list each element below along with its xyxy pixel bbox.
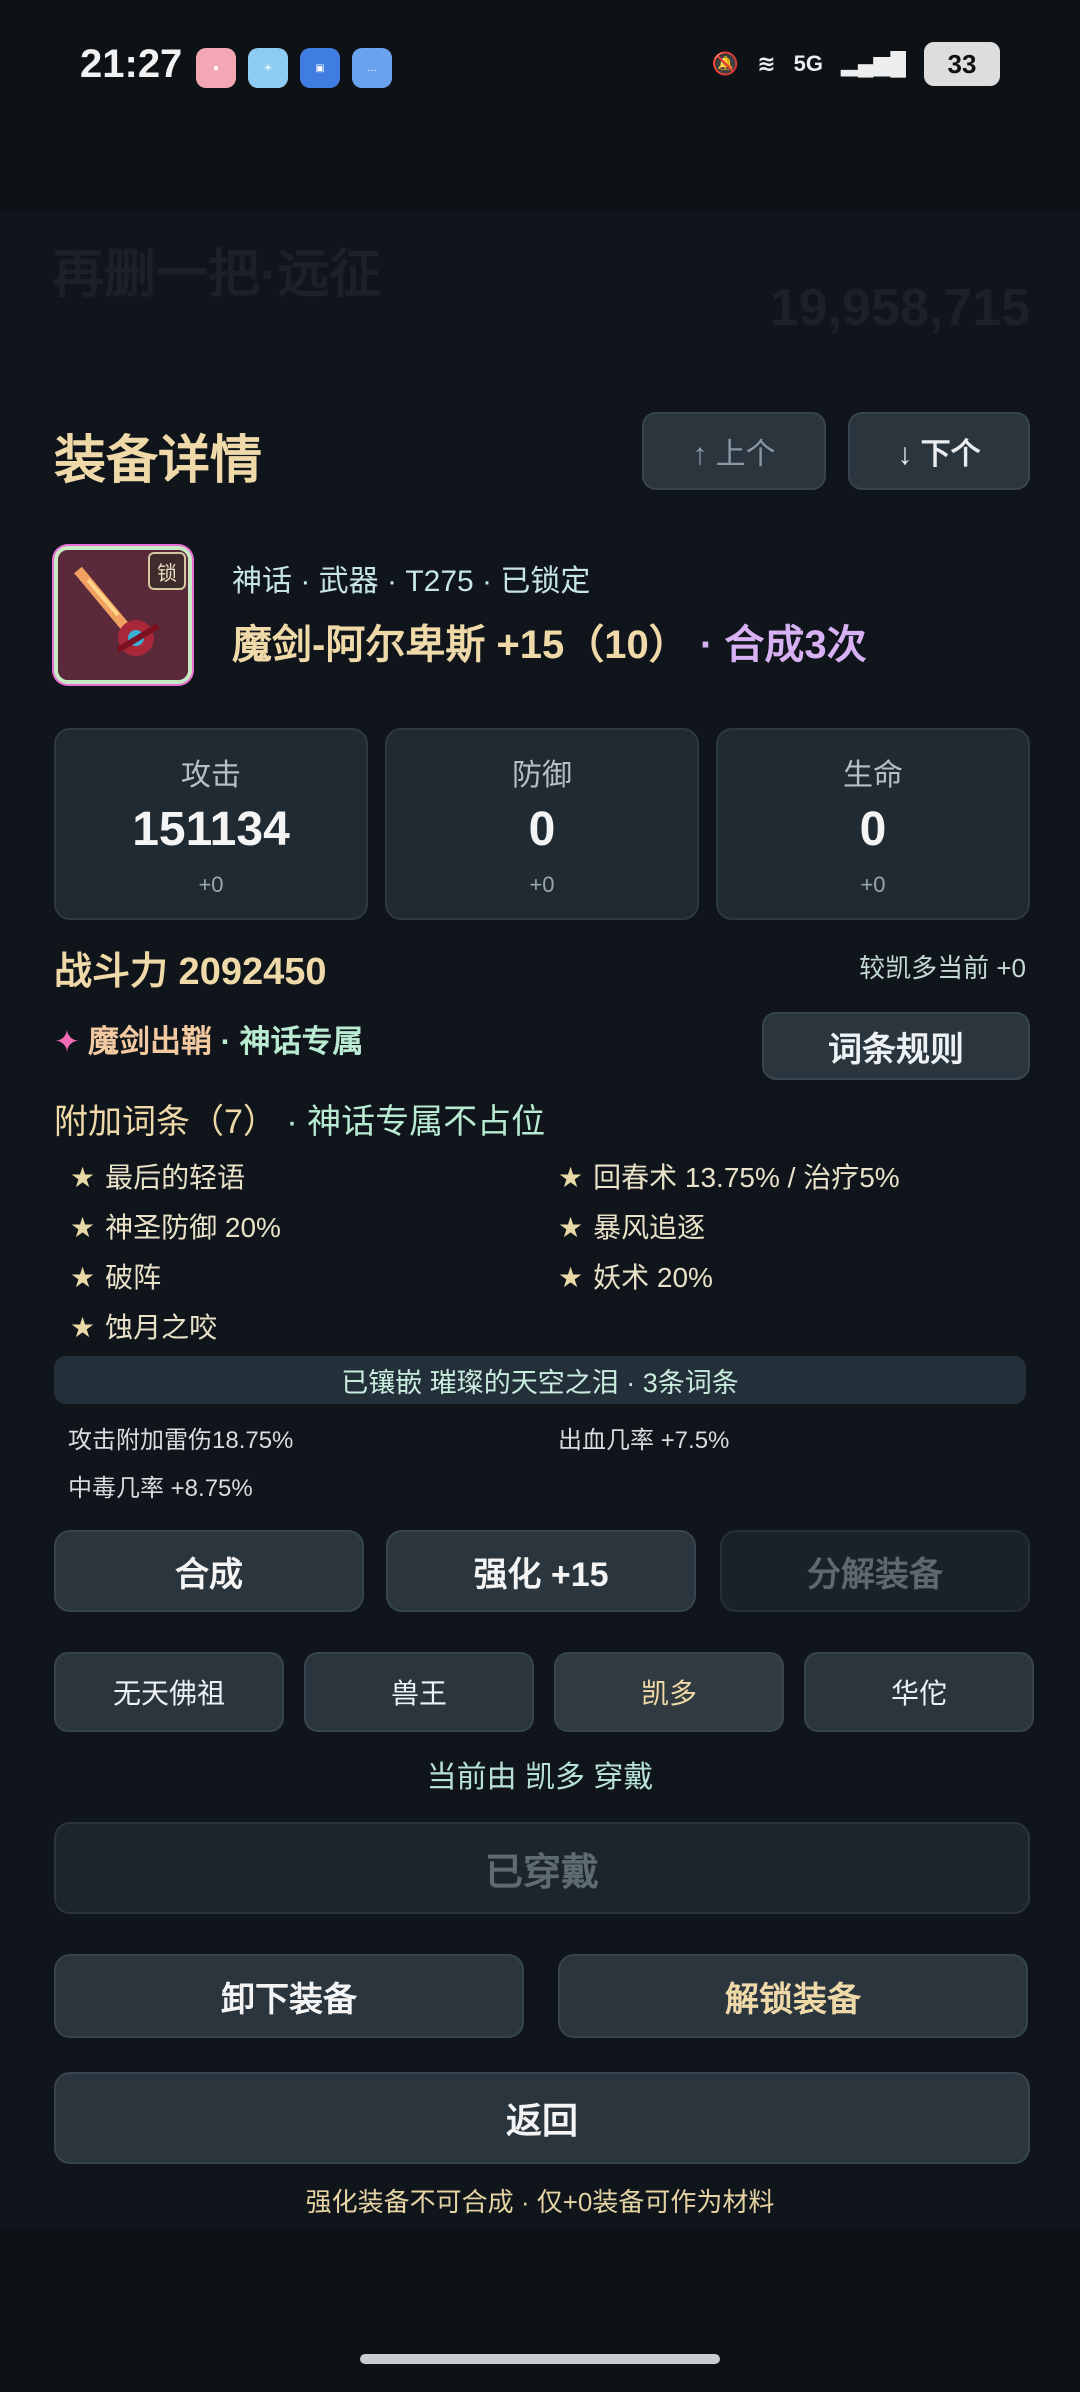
exclusive-skill-name: 魔剑出鞘 (87, 1024, 212, 1059)
footnote: 强化装备不可合成 · 仅+0装备可作为材料 (305, 2187, 775, 2217)
star-icon: ★ (70, 1162, 96, 1193)
affix-item: ★ 回春术 13.75% / 治疗5% (558, 1162, 900, 1193)
stat-delta: +0 (529, 872, 555, 897)
star-icon: ★ (558, 1212, 584, 1243)
star-icon: ★ (558, 1162, 584, 1193)
home-indicator[interactable] (360, 2354, 720, 2364)
equipment-icon: 锁 (54, 546, 192, 684)
prev-button[interactable]: ↑ 上个 (642, 412, 826, 490)
hero-button[interactable]: 无天佛祖 (54, 1652, 284, 1732)
socket-affix: 攻击附加雷伤18.75% (68, 1427, 294, 1454)
background-number: 19,958,715 (769, 279, 1030, 337)
stat-label: 攻击 (181, 759, 241, 792)
affix-note: · 神话专属不占位 (276, 1103, 546, 1141)
affix-item: ★ 破阵 (70, 1262, 162, 1293)
exclusive-skill: ✦ 魔剑出鞘 · 神话专属 (54, 1016, 364, 1061)
back-button[interactable]: 返回 (54, 2072, 1030, 2164)
sparkle-icon: ✦ (54, 1024, 80, 1059)
stat-value: 151134 (132, 803, 290, 856)
signal-icon: ▂▄▆█ (840, 51, 906, 76)
affix-item: ★ 神圣防御 20% (70, 1212, 281, 1243)
mute-icon: 🔕 (711, 51, 740, 76)
affix-rules-button[interactable]: 词条规则 (762, 1012, 1030, 1080)
stat-value: 0 (859, 803, 887, 856)
stat-value: 0 (528, 803, 556, 856)
power-compare: 较凯多当前 +0 (859, 953, 1026, 983)
page-title: 装备详情 (54, 432, 263, 490)
socket-affix: 中毒几率 +8.75% (68, 1475, 253, 1502)
wearer-text: 当前由 凯多 穿戴 (426, 1761, 654, 1794)
star-icon: ★ (70, 1212, 96, 1243)
stat-card-health: 生命 0 +0 (716, 728, 1030, 920)
enhance-button[interactable]: 强化 +15 (386, 1530, 696, 1612)
equipment-meta: 神话 · 武器 · T275 · 已锁定 (232, 565, 591, 598)
unequip-button[interactable]: 卸下装备 (54, 1954, 524, 2038)
stat-label: 防御 (512, 759, 572, 792)
clock: 21:27 (80, 42, 183, 86)
lock-badge: 锁 (148, 552, 186, 590)
app-icon: ● (196, 48, 236, 88)
hero-button-selected[interactable]: 凯多 (554, 1652, 784, 1732)
combat-power: 战斗力 2092450 (54, 951, 327, 993)
equipment-name: 魔剑-阿尔卑斯 +15（10） · 合成3次 (232, 612, 867, 670)
affix-section-title: 附加词条（7） · 神话专属不占位 (54, 1094, 545, 1143)
star-icon: ★ (558, 1262, 584, 1293)
synthesize-button[interactable]: 合成 (54, 1530, 364, 1612)
exclusive-skill-tag: · 神话专属 (211, 1024, 364, 1059)
stat-delta: +0 (860, 872, 886, 897)
hero-button[interactable]: 华佗 (804, 1652, 1034, 1732)
service-icon: ▣ (300, 48, 340, 88)
affix-item: ★ 最后的轻语 (70, 1162, 246, 1193)
socket-affix: 出血几率 +7.5% (558, 1427, 730, 1454)
network-label: 5G (793, 51, 823, 76)
star-icon: ★ (70, 1312, 96, 1343)
wifi-icon: ≋ (757, 51, 776, 76)
unlock-button[interactable]: 解锁装备 (558, 1954, 1028, 2038)
star-icon: ★ (70, 1262, 96, 1293)
status-bar: 21:27 ● ☀ ▣ … 🔕 ≋ 5G ▂▄▆█ 33 (0, 0, 1080, 140)
affix-item: ★ 妖术 20% (558, 1262, 713, 1293)
next-button[interactable]: ↓ 下个 (848, 412, 1030, 490)
decompose-button[interactable]: 分解装备 (720, 1530, 1030, 1612)
stat-card-attack: 攻击 151134 +0 (54, 728, 368, 920)
affix-item: ★ 暴风追逐 (558, 1212, 706, 1243)
background-title: 再删一把·远征 (52, 246, 382, 304)
stat-delta: +0 (198, 872, 224, 897)
status-indicators: 🔕 ≋ 5G ▂▄▆█ 33 (712, 42, 1000, 86)
stat-card-defense: 防御 0 +0 (385, 728, 699, 920)
affix-title: 附加词条（7） (54, 1103, 277, 1141)
equipment-name-main: 魔剑-阿尔卑斯 +15（10） (232, 623, 689, 667)
equipped-button[interactable]: 已穿戴 (54, 1822, 1030, 1914)
stat-label: 生命 (843, 759, 903, 792)
message-icon: … (352, 48, 392, 88)
weather-icon: ☀ (248, 48, 288, 88)
affix-item: ★ 蚀月之咬 (70, 1312, 218, 1343)
synthesis-count: · 合成3次 (688, 623, 867, 667)
battery: 33 (924, 42, 1000, 86)
socket-bar: 已镶嵌 璀璨的天空之泪 · 3条词条 (54, 1356, 1026, 1404)
hero-button[interactable]: 兽王 (304, 1652, 534, 1732)
